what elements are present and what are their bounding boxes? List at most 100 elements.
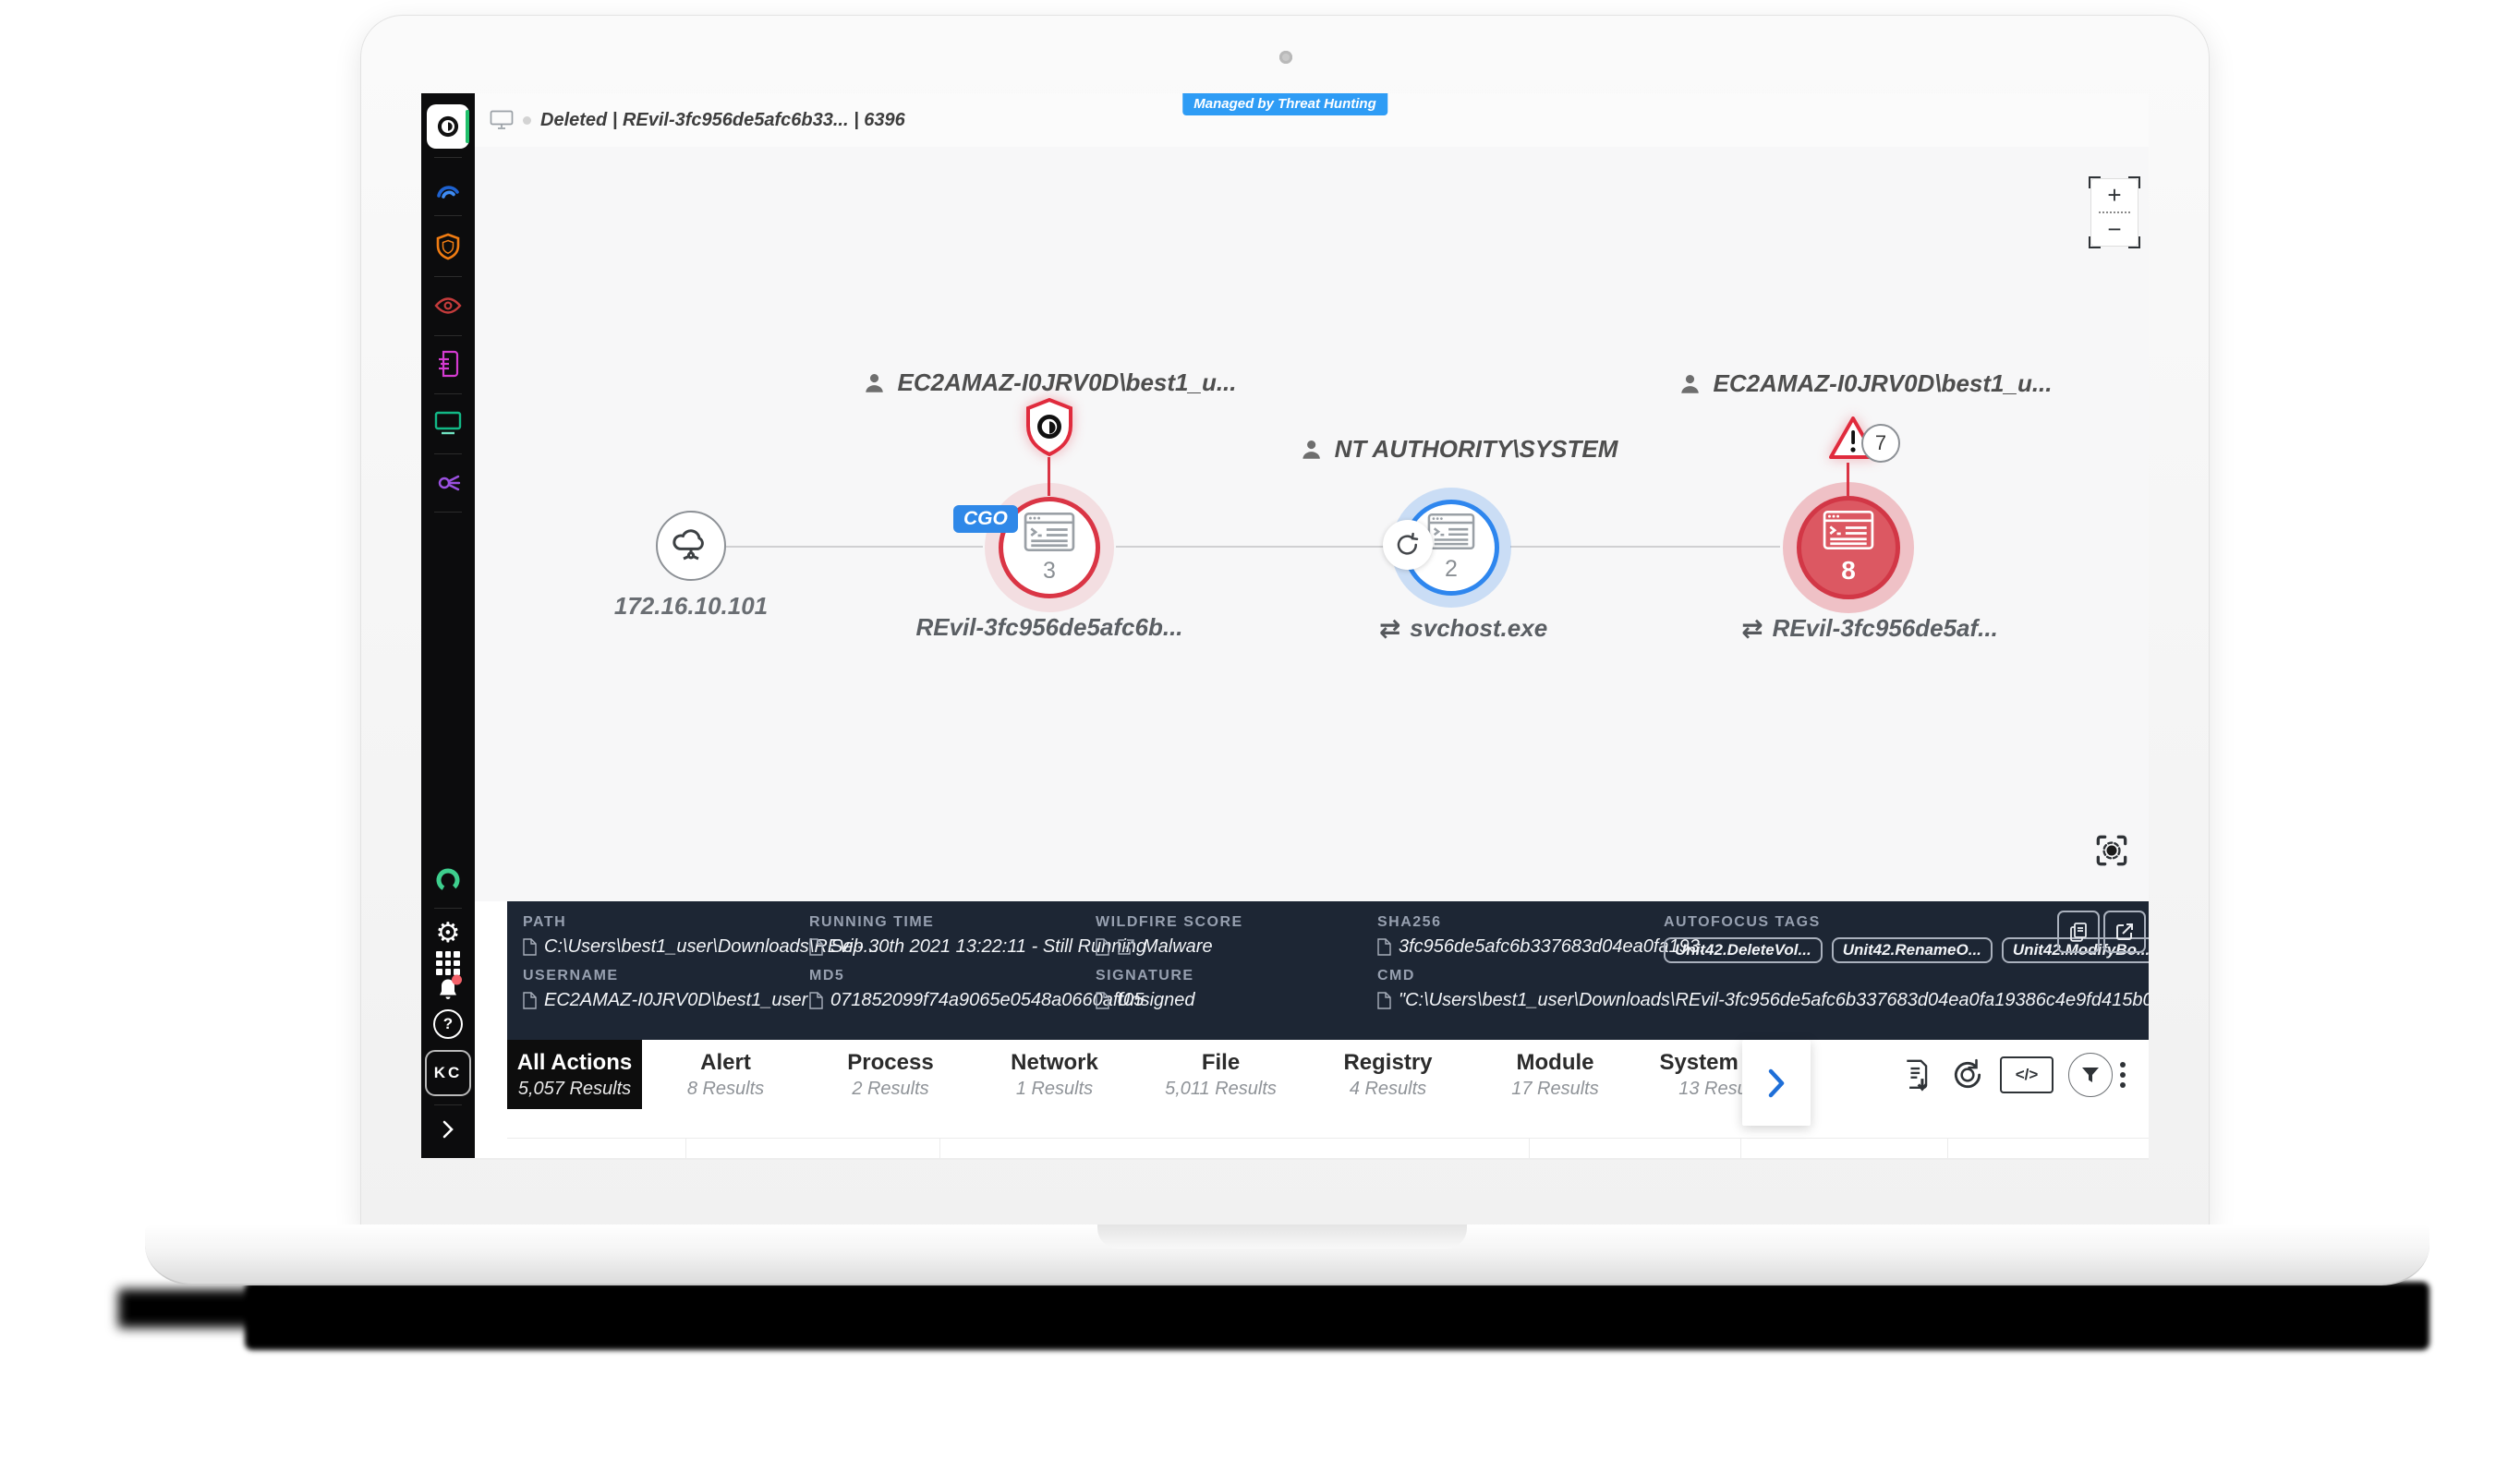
more-options-button[interactable] — [2120, 1062, 2126, 1088]
injection-badge-icon[interactable] — [1383, 520, 1433, 570]
column-divider — [1947, 1139, 1948, 1159]
refresh-button[interactable] — [1950, 1057, 1985, 1092]
monitor-icon — [490, 110, 514, 130]
node-cgo-user: EC2AMAZ-I0JRV0D\best1_u... — [863, 368, 1237, 397]
sidebar-item-ring[interactable] — [434, 866, 462, 894]
file-icon — [809, 992, 823, 1009]
share-icon — [435, 470, 461, 496]
sidebar-item-eye[interactable] — [434, 296, 462, 316]
sidebar-item-arcs[interactable] — [434, 177, 462, 201]
app-screen: ⚙ ? KC — [421, 93, 2149, 1160]
field-wildfire-score: WILDFIRE SCORE Malware — [1096, 914, 1243, 958]
sidebar-divider — [434, 1104, 462, 1105]
sidebar-item-cortex-xdr[interactable] — [427, 104, 469, 149]
sidebar-expand-button[interactable] — [442, 1119, 454, 1140]
table-header-row — [507, 1138, 2149, 1160]
causality-graph: 172.16.10.101 EC2AMAZ-I0JRV0D\best1_u...… — [475, 147, 2149, 901]
report-link-icon[interactable] — [1117, 938, 1135, 956]
field-username: USERNAME EC2AMAZ-I0JRV0D\best1_user — [523, 968, 807, 1011]
tab-process[interactable]: Process 2 Results — [809, 1040, 973, 1109]
tab-all-actions[interactable]: All Actions 5,057 Results — [507, 1040, 642, 1109]
alert-count-badge[interactable]: 7 — [1861, 424, 1900, 463]
code-icon: </> — [2000, 1056, 2054, 1093]
column-divider — [939, 1139, 940, 1159]
sidebar-item-notifications[interactable] — [437, 978, 459, 1007]
field-cmd: CMD "C:\Users\best1_user\Downloads\REvil… — [1377, 968, 2149, 1011]
kebab-menu-icon — [2120, 1062, 2126, 1088]
export-button[interactable] — [1900, 1058, 1932, 1092]
node-revil-user: EC2AMAZ-I0JRV0D\best1_u... — [1678, 369, 2053, 398]
open-details-button[interactable] — [2103, 911, 2146, 953]
process-details-panel: PATH C:\Users\best1_user\Downloads\REvil… — [507, 901, 2149, 1040]
cortex-agent-shield-icon[interactable] — [1023, 398, 1076, 462]
help-icon: ? — [433, 1009, 463, 1039]
laptop-mockup: ⚙ ? KC — [0, 0, 2520, 1472]
bell-icon — [437, 978, 459, 1007]
autofocus-tag[interactable]: Unit42.RenameO... — [1832, 937, 1993, 963]
sidebar-divider — [434, 276, 462, 277]
graph-edge — [726, 546, 983, 548]
apps-grid-icon — [436, 951, 460, 975]
filter-funnel-icon — [2068, 1053, 2113, 1097]
status-dot — [523, 116, 531, 125]
sidebar-item-settings[interactable]: ⚙ — [436, 920, 461, 947]
sidebar-item-document[interactable] — [436, 350, 460, 378]
file-icon — [1377, 938, 1391, 956]
actions-tabbar: All Actions 5,057 Results Alert 8 Result… — [507, 1040, 2149, 1110]
managed-by-threat-hunting-badge: Managed by Threat Hunting — [1182, 93, 1387, 115]
process-window-icon — [1024, 512, 1075, 557]
sidebar-item-shield[interactable] — [435, 233, 461, 260]
swap-icon: ⇄ — [1379, 613, 1400, 644]
center-graph-button[interactable] — [2091, 830, 2132, 871]
node-svchost-label: ⇄ svchost.exe — [1379, 613, 1547, 644]
chevron-right-icon — [1766, 1068, 1787, 1099]
query-builder-button[interactable]: </> — [2000, 1056, 2054, 1093]
results-table-top — [507, 1109, 2149, 1160]
document-icon — [436, 350, 460, 378]
notification-dot — [452, 975, 462, 985]
chevron-right-icon — [442, 1119, 454, 1140]
field-md5: MD5 071852099f74a9065e0548a0660aff05 — [809, 968, 1144, 1011]
tab-module[interactable]: Module 17 Results — [1472, 1040, 1640, 1109]
zoom-control: + − — [2090, 178, 2138, 247]
more-tabs-button[interactable] — [1742, 1040, 1811, 1126]
node-revil-process[interactable]: 8 — [1797, 496, 1900, 599]
node-cgo-label: REvil-3fc956de5afc6b... — [915, 613, 1182, 642]
sidebar-item-profile[interactable]: KC — [425, 1050, 471, 1096]
gear-icon: ⚙ — [436, 920, 461, 947]
tab-registry[interactable]: Registry 4 Results — [1304, 1040, 1472, 1109]
external-link-icon — [2114, 921, 2136, 943]
node-host[interactable] — [656, 511, 726, 581]
eye-icon — [434, 296, 462, 316]
node-count: 2 — [1445, 556, 1458, 583]
cloud-network-icon — [670, 526, 712, 565]
file-icon — [523, 992, 537, 1009]
tab-network[interactable]: Network 1 Results — [972, 1040, 1138, 1109]
tab-alert[interactable]: Alert 8 Results — [642, 1040, 810, 1109]
sidebar-item-help[interactable]: ? — [433, 1009, 463, 1039]
sidebar-item-apps[interactable] — [436, 951, 460, 975]
sidebar-item-endpoints[interactable] — [434, 411, 462, 435]
sidebar-divider — [434, 393, 462, 394]
file-icon — [1096, 938, 1109, 956]
arcs-icon — [434, 177, 462, 201]
column-divider — [685, 1139, 686, 1159]
cgo-badge[interactable]: CGO — [953, 505, 1018, 533]
app-sidebar: ⚙ ? KC — [421, 93, 475, 1160]
person-icon — [1300, 438, 1324, 462]
filter-button[interactable] — [2068, 1053, 2113, 1097]
webcam-dot — [1279, 51, 1292, 64]
person-icon — [863, 371, 887, 395]
process-breadcrumb-text: Deleted | REvil-3fc956de5afc6b33... | 63… — [540, 110, 905, 131]
autofocus-tag[interactable]: Unit42.DeleteVol... — [1664, 937, 1823, 963]
tab-file[interactable]: File 5,011 Results — [1137, 1040, 1305, 1109]
sidebar-item-network[interactable] — [435, 470, 461, 496]
breadcrumb: Deleted | REvil-3fc956de5afc6b33... | 63… — [475, 110, 905, 131]
copy-details-button[interactable] — [2057, 911, 2100, 953]
node-host-label: 172.16.10.101 — [614, 592, 768, 621]
column-divider — [1529, 1139, 1530, 1159]
sidebar-divider — [434, 215, 462, 216]
shield-connector — [1048, 457, 1050, 496]
node-revil-label: ⇄ REvil-3fc956de5af... — [1741, 613, 1998, 644]
node-count: 8 — [1841, 556, 1856, 585]
